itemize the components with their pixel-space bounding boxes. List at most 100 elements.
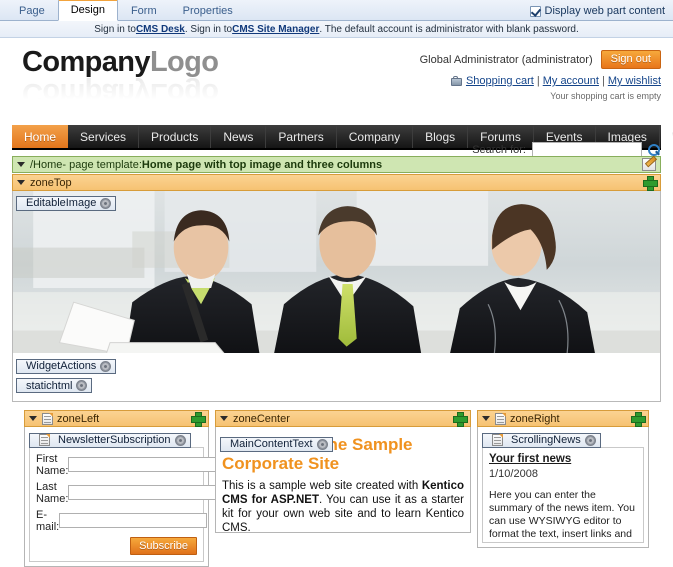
zone-right-body: ScrollingNews Your first news 1/10/2008 … (477, 427, 649, 548)
account-area: Global Administrator (administrator) Sig… (420, 50, 661, 101)
zone-left-label: zoneLeft (57, 412, 100, 425)
tab-form[interactable]: Form (118, 1, 170, 21)
gear-icon[interactable] (100, 360, 112, 372)
content-paragraph: This is a sample web site created with K… (222, 479, 464, 532)
webpart-header-editableimage: EditableImage (16, 194, 117, 211)
gear-icon[interactable] (76, 380, 88, 391)
page-template-bar: /Home - page template: Home page with to… (12, 156, 661, 173)
add-webpart-icon[interactable] (453, 412, 468, 427)
cms-desk-link[interactable]: CMS Desk (136, 24, 185, 35)
webpart-label-newslettersubscription: NewsletterSubscription (58, 434, 171, 446)
webpart-label-maincontenttext: MainContentText (230, 438, 313, 450)
collapse-triangle-icon[interactable] (29, 416, 37, 421)
collapse-triangle-icon[interactable] (17, 180, 25, 185)
tab-design[interactable]: Design (57, 0, 118, 21)
nav-item-news[interactable]: News (211, 125, 267, 148)
cart-status-text: Your shopping cart is empty (550, 91, 661, 101)
email-input[interactable] (59, 513, 208, 528)
newsletter-last-name-row: Last Name: (36, 480, 217, 505)
widget-actions-area: WidgetActions statichtml (13, 353, 660, 401)
search-icon[interactable] (648, 143, 661, 157)
nav-item-company[interactable]: Company (337, 125, 414, 148)
display-webpart-content-label: Display web part content (544, 5, 665, 17)
add-webpart-icon[interactable] (643, 176, 658, 191)
nav-item-partners[interactable]: Partners (266, 125, 337, 148)
shopping-cart-link[interactable]: Shopping cart (466, 75, 534, 87)
first-name-input[interactable] (68, 457, 217, 472)
my-account-link[interactable]: My account (543, 75, 599, 87)
webpart-header-widgetactions: WidgetActions (16, 357, 657, 377)
collapse-triangle-icon[interactable] (220, 416, 228, 421)
nav-item-services[interactable]: Services (68, 125, 140, 148)
zone-columns: zoneLeft NewsletterSubscription First Na… (24, 409, 649, 567)
zone-left-body: NewsletterSubscription First Name: Last … (24, 427, 217, 567)
gear-icon[interactable] (316, 438, 328, 450)
signin-info-suffix: . The default account is administrator w… (319, 23, 579, 35)
last-name-label: Last Name: (36, 480, 69, 505)
page-template-name: Home page with top image and three colum… (141, 158, 383, 171)
current-user-label: Global Administrator (administrator) (419, 53, 593, 66)
editable-image-area: EditableImage (13, 191, 660, 353)
tab-properties[interactable]: Properties (170, 1, 246, 21)
sign-out-button[interactable]: Sign out (600, 50, 661, 69)
nav-item-blogs[interactable]: Blogs (413, 125, 469, 148)
nav-item-home[interactable]: Home (12, 125, 69, 148)
zone-center-body: MainContentText Welcome to the Sample Co… (215, 427, 471, 533)
news-title[interactable]: Your first news (489, 453, 637, 465)
search-label: Search for: (472, 144, 526, 156)
collapse-triangle-icon[interactable] (17, 162, 25, 167)
webpart-label-statichtml: statichtml (26, 379, 73, 392)
site-header: CompanyLogo CompanyLogo Global Administr… (0, 38, 673, 158)
design-surface: /Home - page template: Home page with to… (12, 156, 661, 567)
site-logo[interactable]: CompanyLogo (22, 46, 219, 79)
add-webpart-icon[interactable] (631, 412, 646, 427)
zone-center-label: zoneCenter (233, 412, 290, 425)
webpart-icon (492, 434, 503, 446)
business-people-photo (13, 191, 660, 353)
webpart-label-scrollingnews: ScrollingNews (511, 434, 581, 446)
logo-light-part: Logo (149, 46, 219, 78)
add-webpart-icon[interactable] (191, 412, 206, 427)
zone-icon (42, 412, 53, 425)
nav-item-products[interactable]: Products (139, 125, 212, 148)
display-webpart-content-checkbox[interactable] (529, 5, 541, 17)
newsletter-actions: Subscribe (36, 536, 197, 555)
edit-template-icon[interactable] (642, 158, 656, 171)
gear-icon[interactable] (100, 197, 112, 209)
zone-top-body: EditableImage WidgetActions statichtml (12, 191, 661, 402)
zone-center-column: zoneCenter MainContentText Welc (215, 409, 471, 533)
site-page: CompanyLogo CompanyLogo Global Administr… (0, 38, 673, 567)
zone-top-bar: zoneTop (12, 174, 661, 191)
page-template-path: /Home (30, 158, 63, 171)
scrolling-news-item: Your first news 1/10/2008 Here you can e… (482, 446, 644, 543)
page-template-separator: - page template: (62, 158, 142, 171)
zone-left-bar: zoneLeft (24, 410, 209, 427)
nav-item-wiki[interactable]: Wiki (660, 125, 673, 148)
gear-icon[interactable] (584, 434, 596, 446)
zone-right-bar: zoneRight (477, 410, 649, 427)
signin-info-mid: . Sign in to (184, 23, 233, 35)
webpart-header-newslettersubscription: NewsletterSubscription (29, 431, 204, 448)
subscribe-button[interactable]: Subscribe (130, 536, 197, 555)
zone-icon (495, 412, 506, 425)
webpart-label-editableimage: EditableImage (26, 197, 97, 209)
zone-right-column: zoneRight ScrollingNews Your first news … (477, 409, 649, 548)
cms-tab-bar: Page Design Form Properties Display web … (0, 0, 673, 21)
news-summary: Here you can enter the summary of the ne… (489, 488, 635, 542)
tab-page[interactable]: Page (6, 1, 58, 21)
display-webpart-content-toggle[interactable]: Display web part content (529, 5, 673, 20)
newsletter-subscription-form: First Name: Last Name: E-mail: Subscribe (29, 446, 217, 562)
gear-icon[interactable] (174, 434, 186, 446)
cms-site-manager-link[interactable]: CMS Site Manager (232, 24, 319, 35)
zone-center-bar: zoneCenter (215, 410, 471, 427)
collapse-triangle-icon[interactable] (482, 416, 490, 421)
webpart-header-maincontenttext: MainContentText (220, 435, 333, 452)
content-paragraph-part1: This is a sample web site created with (222, 480, 422, 492)
email-label: E-mail: (36, 508, 60, 533)
link-separator-2: | (601, 75, 605, 87)
my-wishlist-link[interactable]: My wishlist (608, 75, 661, 87)
last-name-input[interactable] (68, 485, 217, 500)
link-separator-1: | (536, 75, 540, 87)
webpart-header-statichtml: statichtml (16, 377, 657, 397)
news-date: 1/10/2008 (489, 467, 538, 480)
